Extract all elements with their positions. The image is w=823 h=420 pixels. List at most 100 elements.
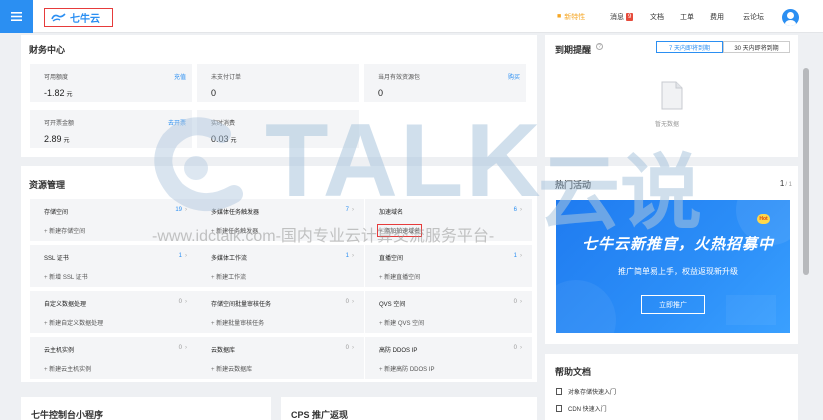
- chevron-right-icon: ›: [352, 207, 354, 213]
- nav-billing[interactable]: 费用: [710, 0, 724, 33]
- promote-now-button[interactable]: 立即推广: [641, 295, 705, 314]
- add-resource-link[interactable]: + 新建任务触发器: [211, 226, 258, 235]
- expiry-panel: 到期提醒 暂无数据: [545, 35, 798, 157]
- resource-card-qvs-space[interactable]: QVS 空间 0 › + 新建 QVS 空间: [365, 291, 532, 333]
- resource-card-live-space[interactable]: 直播空间 1 › + 新建直播空间: [365, 245, 532, 287]
- nav-label: 消息: [610, 13, 624, 21]
- add-resource-link[interactable]: + 新建云数据库: [211, 364, 252, 373]
- purchase-link[interactable]: 购买: [508, 72, 520, 81]
- nav-label: 费用: [710, 13, 724, 21]
- add-resource-link[interactable]: + 添加加速域名: [376, 224, 423, 237]
- nav-messages[interactable]: 消息 9: [610, 0, 634, 33]
- user-avatar[interactable]: [782, 9, 799, 26]
- nav-label: 云论坛: [743, 13, 764, 21]
- resource-card-storage-bucket[interactable]: 存储空间 19 › + 新建存储空间: [30, 199, 197, 241]
- recharge-link[interactable]: 充值: [174, 72, 186, 81]
- resource-count[interactable]: 1 ›: [179, 253, 187, 259]
- chevron-right-icon: ›: [185, 345, 187, 351]
- add-resource-link[interactable]: + 新建存储空间: [44, 226, 85, 235]
- resource-card-custom-data-processing[interactable]: 自定义数据处理 0 › + 新建自定义数据处理: [30, 291, 197, 333]
- finance-card-invoiceable: 可开票金额 去开票 2.89 元: [30, 110, 192, 148]
- document-icon: [556, 388, 562, 395]
- finance-card-unpaid-orders: 未支付订单 0: [197, 64, 359, 102]
- top-bar: 七牛云 ■ 新特性 消息 9 文档 工单 费用 云论坛: [0, 0, 823, 33]
- add-resource-link[interactable]: + 新建工作流: [211, 272, 246, 281]
- add-resource-link[interactable]: + 新建自定义数据处理: [44, 318, 103, 327]
- add-resource-link[interactable]: + 新建批量审核任务: [211, 318, 264, 327]
- add-resource-link[interactable]: + 新建云主机实例: [44, 364, 91, 373]
- resource-count[interactable]: 1 ›: [514, 253, 522, 259]
- doc-link-label: CDN 快速入门: [568, 407, 607, 413]
- finance-card-available-credit: 可用额度 充值 -1.82 元: [30, 64, 192, 102]
- resource-name: 云数据库: [211, 348, 236, 354]
- resource-card-vm-instance[interactable]: 云主机实例 0 › + 新建云主机实例: [30, 337, 197, 379]
- resource-count[interactable]: 0 ›: [514, 345, 522, 351]
- hot-activity-title: 热门活动: [555, 180, 592, 190]
- finance-card-resource-packs: 当月有效资源包 购买 0: [364, 64, 526, 102]
- doc-link-object-storage[interactable]: 对象存储快速入门: [556, 387, 616, 396]
- resource-count[interactable]: 7 ›: [346, 207, 354, 213]
- resource-card-media-trigger[interactable]: 多媒体任务触发器 7 › + 新建任务触发器: [197, 199, 364, 241]
- resource-count[interactable]: 0 ›: [346, 299, 354, 305]
- invoice-link[interactable]: 去开票: [168, 118, 186, 127]
- add-resource-link[interactable]: + 新增 SSL 证书: [44, 272, 88, 281]
- resource-card-ssl-cert[interactable]: SSL 证书 1 › + 新增 SSL 证书: [30, 245, 197, 287]
- nav-tickets[interactable]: 工单: [680, 0, 694, 33]
- promo-banner[interactable]: Hot 七牛云新推官，火热招募中 推广简单易上手，权益返现新升级 立即推广: [556, 200, 790, 333]
- resource-title: 资源管理: [29, 180, 66, 190]
- mini-program-panel: 七牛控制台小程序: [21, 397, 271, 420]
- help-icon[interactable]: ?: [596, 43, 603, 50]
- expiry-tabs: 7 天内即将到期 30 天内即将到期: [656, 41, 790, 53]
- brand-logo[interactable]: 七牛云: [44, 8, 113, 27]
- resource-count[interactable]: 0 ›: [179, 299, 187, 305]
- expiry-title: 到期提醒: [555, 45, 592, 55]
- resource-count[interactable]: 19 ›: [175, 207, 187, 213]
- resource-name: 存储空间: [44, 210, 69, 216]
- resource-card-anti-ddos-ip[interactable]: 高防 DDOS IP 0 › + 新建高防 DDOS IP: [365, 337, 532, 379]
- cps-title: CPS 推广返现: [291, 410, 349, 420]
- resource-card-media-workflow[interactable]: 多媒体工作流 1 › + 新建工作流: [197, 245, 364, 287]
- doc-link-cdn[interactable]: CDN 快速入门: [556, 404, 607, 413]
- resource-name: 高防 DDOS IP: [379, 348, 418, 354]
- finance-card-realtime-spend: 实时消费 0.03 元: [197, 110, 359, 148]
- add-resource-link[interactable]: + 新建 QVS 空间: [379, 318, 424, 327]
- nav-label: 新特性: [564, 13, 586, 21]
- finance-panel: 财务中心 可用额度 充值 -1.82 元 未支付订单 0 当月有效资源包 购买 0…: [21, 35, 537, 157]
- resource-card-batch-audit-task[interactable]: 存储空间批量审核任务 0 › + 新建批量审核任务: [197, 291, 364, 333]
- menu-toggle-button[interactable]: [0, 0, 33, 33]
- mini-program-title: 七牛控制台小程序: [31, 410, 104, 420]
- sparkle-icon: ■: [557, 13, 562, 20]
- nav-forum[interactable]: 云论坛: [743, 0, 764, 33]
- resource-name: 存储空间批量审核任务: [211, 302, 272, 308]
- page-scrollbar[interactable]: [803, 68, 809, 275]
- tab-7-days[interactable]: 7 天内即将到期: [656, 41, 723, 53]
- nav-new-features[interactable]: ■ 新特性: [557, 0, 585, 33]
- cps-panel: CPS 推广返现: [281, 397, 537, 420]
- resource-count[interactable]: 6 ›: [514, 207, 522, 213]
- help-docs-title: 帮助文档: [555, 367, 592, 377]
- empty-state-text: 暂无数据: [655, 122, 680, 128]
- resource-name: SSL 证书: [44, 256, 69, 262]
- card-label: 可开票金额: [44, 121, 75, 127]
- add-resource-link[interactable]: + 新建直播空间: [379, 272, 420, 281]
- resource-card-cdn-domain[interactable]: 加速域名 6 › + 添加加速域名: [365, 199, 532, 241]
- add-resource-link[interactable]: + 新建高防 DDOS IP: [379, 364, 435, 373]
- logo-text: 七牛云: [70, 14, 100, 25]
- resource-name: 加速域名: [379, 210, 404, 216]
- resource-name: 自定义数据处理: [44, 302, 87, 308]
- resource-count[interactable]: 0 ›: [179, 345, 187, 351]
- chevron-right-icon: ›: [352, 299, 354, 305]
- banner-subtitle: 推广简单易上手，权益返现新升级: [618, 267, 738, 276]
- resource-count[interactable]: 0 ›: [514, 299, 522, 305]
- hot-badge: Hot: [757, 214, 770, 224]
- resource-count[interactable]: 0 ›: [346, 345, 354, 351]
- resource-count[interactable]: 1 ›: [346, 253, 354, 259]
- resource-card-cloud-database[interactable]: 云数据库 0 › + 新建云数据库: [197, 337, 364, 379]
- tab-30-days[interactable]: 30 天内即将到期: [723, 41, 790, 53]
- chevron-right-icon: ›: [185, 207, 187, 213]
- card-value: 2.89 元: [44, 134, 70, 144]
- resource-name: QVS 空间: [379, 302, 406, 308]
- card-value: 0.03 元: [211, 134, 237, 144]
- logo-icon: [51, 13, 66, 22]
- nav-docs[interactable]: 文档: [650, 0, 664, 33]
